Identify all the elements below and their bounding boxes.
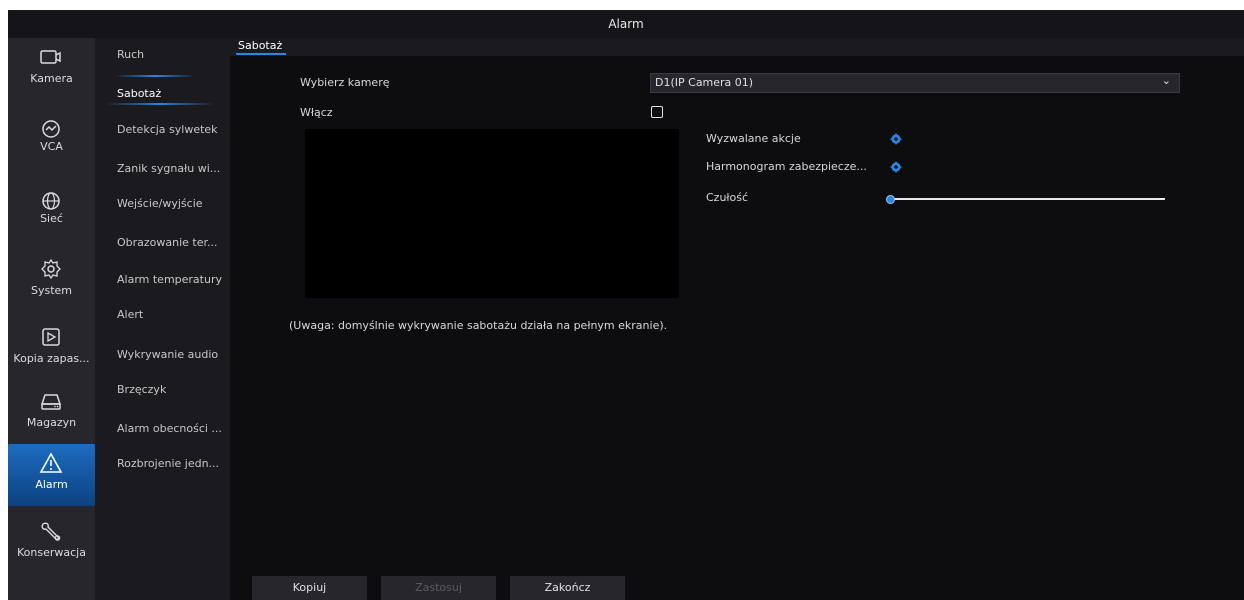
nav-item-alarm[interactable]: Alarm	[8, 444, 95, 506]
tab-bar: Sabotaż	[230, 38, 1244, 56]
enable-checkbox[interactable]	[651, 106, 663, 118]
camera-select-value: D1(IP Camera 01)	[655, 76, 754, 89]
submenu-item-detekcja-sylwetek[interactable]: Detekcja sylwetek	[117, 123, 218, 136]
submenu-item-zanik-sygnalu[interactable]: Zanik sygnału wi...	[117, 162, 220, 175]
camera-preview[interactable]	[305, 129, 679, 298]
submenu-item-ruch[interactable]: Ruch	[117, 48, 144, 61]
nav-item-magazyn[interactable]: Magazyn	[8, 382, 95, 446]
nav-label: Sieć	[40, 212, 63, 225]
submenu-item-alarm-temperatury[interactable]: Alarm temperatury	[117, 273, 222, 286]
title-bar: Alarm	[8, 10, 1244, 38]
app-window: Alarm Kamera VCA Sieć System Kopia zapas…	[8, 10, 1244, 600]
submenu-item-sabotaz[interactable]: Sabotaż	[117, 87, 161, 100]
submenu-active-highlight	[95, 75, 230, 105]
chevron-down-icon: ⌄	[1161, 74, 1171, 87]
camera-select-label: Wybierz kamerę	[300, 76, 390, 89]
schedule-label: Harmonogram zabezpiecze...	[706, 160, 867, 173]
maintenance-wrench-icon	[41, 522, 61, 541]
submenu-item-brzeczyk[interactable]: Brzęczyk	[117, 383, 166, 396]
tab-sabotaz[interactable]: Sabotaż	[236, 39, 287, 55]
nav-label: Magazyn	[26, 416, 77, 429]
alarm-warning-icon	[39, 452, 63, 473]
nav-label: Konserwacja	[17, 546, 86, 559]
exit-button[interactable]: Zakończ	[510, 576, 625, 600]
nav-item-system[interactable]: System	[8, 250, 95, 314]
sensitivity-label: Czułość	[706, 191, 749, 204]
nav-item-kopia[interactable]: Kopia zapas...	[8, 318, 95, 382]
triggered-actions-label: Wyzwalane akcje	[706, 132, 801, 145]
sensitivity-slider-handle[interactable]	[886, 195, 895, 204]
submenu-item-alert[interactable]: Alert	[117, 308, 143, 321]
submenu-item-wejscie-wyjscie[interactable]: Wejście/wyjście	[117, 197, 203, 210]
nav-item-siec[interactable]: Sieć	[8, 182, 95, 246]
system-gear-icon	[41, 258, 61, 280]
nav-item-konserwacja[interactable]: Konserwacja	[8, 512, 95, 576]
submenu-item-wykrywanie-audio[interactable]: Wykrywanie audio	[117, 348, 218, 361]
storage-hdd-icon	[40, 394, 62, 410]
nav-item-kamera[interactable]: Kamera	[8, 38, 95, 102]
submenu-item-alarm-obecnosci[interactable]: Alarm obecności ...	[117, 422, 222, 435]
submenu-item-obrazowanie-ter[interactable]: Obrazowanie ter...	[117, 236, 218, 249]
backup-icon	[42, 328, 60, 346]
sensitivity-slider-track[interactable]	[889, 198, 1165, 200]
nav-label: System	[30, 284, 73, 297]
vca-icon	[42, 120, 60, 138]
nav-label: Alarm	[35, 478, 68, 491]
tamper-note: (Uwaga: domyślnie wykrywanie sabotażu dz…	[289, 319, 668, 332]
schedule-settings-icon[interactable]	[890, 161, 902, 173]
camera-icon	[40, 50, 61, 64]
apply-button[interactable]: Zastosuj	[381, 576, 496, 600]
submenu-item-rozbrojenie[interactable]: Rozbrojenie jedn...	[117, 457, 219, 470]
window-title: Alarm	[608, 17, 644, 31]
network-globe-icon	[42, 192, 60, 210]
alarm-submenu: Ruch Sabotaż Detekcja sylwetek Zanik syg…	[95, 38, 230, 600]
main-nav: Kamera VCA Sieć System Kopia zapas... Ma…	[8, 38, 95, 600]
camera-select[interactable]: D1(IP Camera 01) ⌄	[650, 73, 1180, 93]
nav-label: VCA	[40, 140, 63, 153]
triggered-actions-settings-icon[interactable]	[890, 133, 902, 145]
nav-label: Kopia zapas...	[13, 352, 90, 365]
copy-button[interactable]: Kopiuj	[252, 576, 367, 600]
nav-item-vca[interactable]: VCA	[8, 110, 95, 174]
nav-label: Kamera	[30, 72, 73, 85]
enable-label: Włącz	[300, 106, 333, 119]
